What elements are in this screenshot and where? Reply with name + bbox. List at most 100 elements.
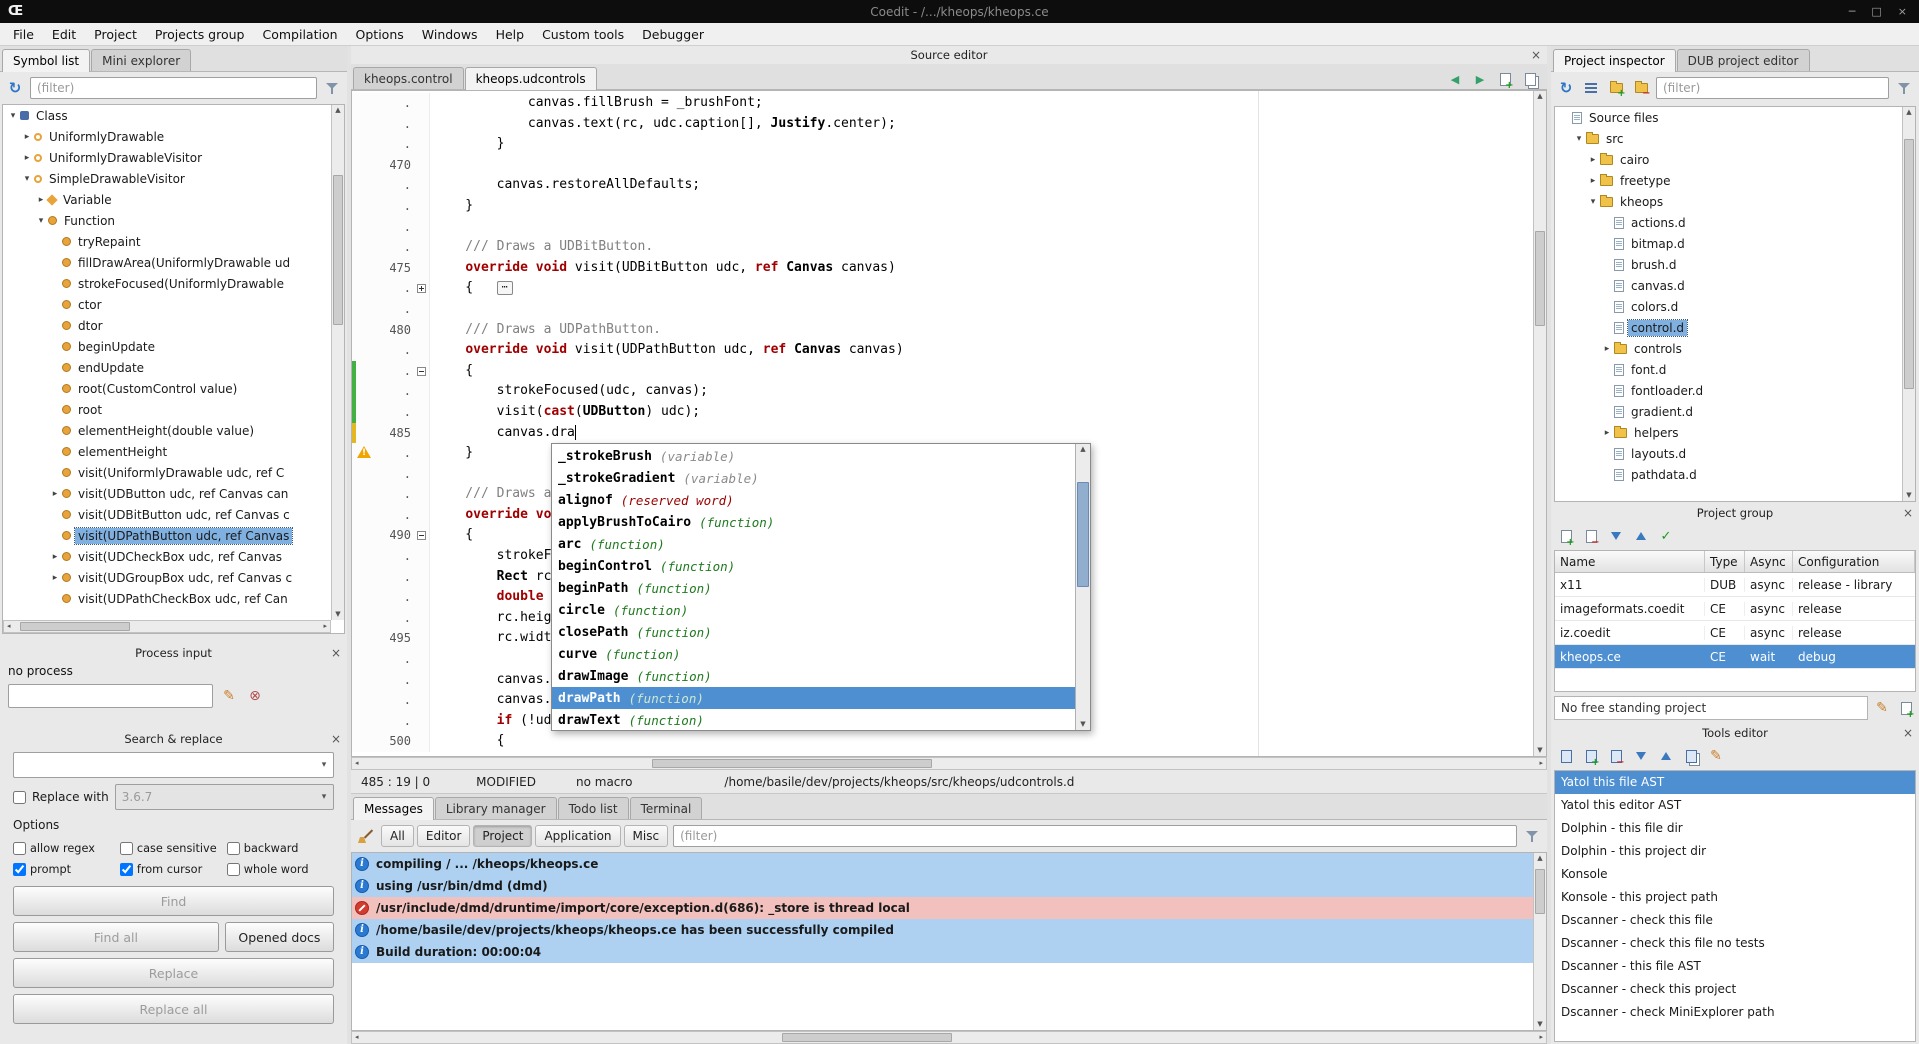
code-line[interactable]: 485 canvas.dra [352, 423, 1533, 444]
find-button[interactable]: Find [13, 886, 334, 916]
move-tool-down-icon[interactable] [1631, 746, 1651, 766]
add-tool-icon[interactable] [1581, 746, 1601, 766]
completion-item[interactable]: curve(function) [552, 643, 1075, 665]
new-tool-icon[interactable] [1556, 746, 1576, 766]
symbol-tree-item[interactable]: visit(UDPathButton udc, ref Canvas [3, 525, 331, 546]
menu-projects-group[interactable]: Projects group [146, 25, 254, 44]
right-tab-project-inspector[interactable]: Project inspector [1553, 49, 1676, 72]
symbol-tree-item[interactable]: visit(UDBitButton udc, ref Canvas c [3, 504, 331, 525]
gutter[interactable]: . [352, 670, 430, 691]
messages-tab-library-manager[interactable]: Library manager [435, 797, 557, 819]
project-row[interactable]: imageformats.coeditCEasyncrelease [1555, 597, 1915, 621]
project-row[interactable]: kheops.ceCEwaitdebug [1555, 645, 1915, 669]
gutter[interactable]: 480 [352, 320, 430, 341]
project-file-item[interactable]: ▸cairo [1555, 149, 1902, 170]
tool-item[interactable]: Dscanner - this file AST [1555, 955, 1915, 978]
messages-tab-terminal[interactable]: Terminal [630, 797, 703, 819]
project-file-item[interactable]: colors.d [1555, 296, 1902, 317]
remove-project-icon[interactable] [1581, 526, 1601, 546]
code-line[interactable]: 500 { [352, 731, 1533, 752]
menu-file[interactable]: File [4, 25, 43, 44]
gutter[interactable]: . [352, 237, 430, 258]
menu-custom-tools[interactable]: Custom tools [533, 25, 633, 44]
completion-item[interactable]: alignof(reserved word) [552, 489, 1075, 511]
symbol-tree-item[interactable]: tryRepaint [3, 231, 331, 252]
fold-toggle-icon[interactable] [417, 531, 426, 540]
add-free-project-icon[interactable] [1896, 698, 1916, 718]
scroll-down-icon[interactable]: ▼ [1906, 492, 1911, 499]
column-header-async[interactable]: Async [1745, 551, 1793, 572]
filter-all-button[interactable]: All [381, 825, 414, 847]
gutter[interactable]: . [352, 361, 430, 382]
scroll-down-icon[interactable]: ▼ [1537, 1021, 1542, 1028]
code-line[interactable]: . } [352, 134, 1533, 155]
symbol-tree-item[interactable]: beginUpdate [3, 336, 331, 357]
symbol-tree-item[interactable]: visit(UDPathCheckBox udc, ref Can [3, 588, 331, 609]
code-editor[interactable]: . canvas.fillBrush = _brushFont;. canvas… [351, 90, 1547, 757]
open-document-icon[interactable] [1520, 69, 1540, 89]
messages-tab-todo-list[interactable]: Todo list [558, 797, 629, 819]
project-file-item[interactable]: ▾kheops [1555, 191, 1902, 212]
symbol-tree-item[interactable]: ctor [3, 294, 331, 315]
code-line[interactable]: . { [352, 361, 1533, 382]
menu-options[interactable]: Options [347, 25, 413, 44]
gutter[interactable]: . [352, 443, 430, 464]
menu-help[interactable]: Help [487, 25, 534, 44]
tree-view-icon[interactable] [1581, 78, 1601, 98]
tool-item[interactable]: Konsole [1555, 863, 1915, 886]
message-row[interactable]: Build duration: 00:00:04 [352, 941, 1533, 963]
completion-item[interactable]: circle(function) [552, 599, 1075, 621]
next-document-icon[interactable]: ▶ [1470, 69, 1490, 89]
project-file-item[interactable]: canvas.d [1555, 275, 1902, 296]
tool-item[interactable]: Yatol this editor AST [1555, 794, 1915, 817]
run-tool-icon[interactable]: ✎ [1706, 746, 1726, 766]
messages-hscrollbar[interactable]: ◂ ▸ [351, 1031, 1547, 1044]
scroll-right-icon[interactable]: ▸ [1539, 1034, 1543, 1041]
fold-toggle-icon[interactable] [417, 367, 426, 376]
tool-item[interactable]: Dscanner - check this project [1555, 978, 1915, 1001]
expander-icon[interactable]: ▾ [35, 216, 47, 226]
expander-icon[interactable]: ▸ [1601, 344, 1613, 354]
close-process-input-button[interactable]: × [331, 644, 341, 662]
project-file-item[interactable]: fontloader.d [1555, 380, 1902, 401]
gutter[interactable]: . [352, 175, 430, 196]
gutter[interactable]: . [352, 546, 430, 567]
editor-tab-kheops-control[interactable]: kheops.control [353, 67, 464, 89]
expander-icon[interactable]: ▸ [21, 153, 33, 163]
gutter[interactable]: 485 [352, 423, 430, 444]
code-line[interactable]: 470 [352, 155, 1533, 176]
completion-item[interactable]: applyBrushToCairo(function) [552, 511, 1075, 533]
scroll-thumb[interactable] [1535, 231, 1545, 326]
scroll-left-icon[interactable]: ◂ [7, 623, 11, 630]
code-line[interactable]: . { ⋯ [352, 278, 1533, 299]
gutter[interactable]: . [352, 505, 430, 526]
editor-hscrollbar[interactable]: ◂ ▸ [351, 757, 1547, 770]
symbol-tree-item[interactable]: ▸visit(UDCheckBox udc, ref Canvas [3, 546, 331, 567]
completion-item[interactable]: closePath(function) [552, 621, 1075, 643]
expander-icon[interactable]: ▸ [21, 132, 33, 142]
completion-item[interactable]: drawPath(function) [552, 687, 1075, 709]
gutter[interactable]: . [352, 340, 430, 361]
menu-edit[interactable]: Edit [43, 25, 85, 44]
option-backward[interactable]: backward [227, 838, 334, 859]
project-row[interactable]: x11DUBasyncrelease - library [1555, 573, 1915, 597]
edit-free-project-icon[interactable]: ✎ [1872, 698, 1892, 718]
remove-tool-icon[interactable] [1606, 746, 1626, 766]
project-file-item[interactable]: control.d [1555, 317, 1902, 338]
expander-icon[interactable]: ▾ [1587, 197, 1599, 207]
close-search-button[interactable]: × [331, 730, 341, 748]
option-case-sensitive[interactable]: case sensitive [120, 838, 227, 859]
code-line[interactable]: 475 override void visit(UDBitButton udc,… [352, 258, 1533, 279]
gutter[interactable]: . [352, 217, 430, 238]
completion-item[interactable]: drawText(function) [552, 709, 1075, 730]
left-tab-symbol-list[interactable]: Symbol list [2, 49, 90, 72]
expander-icon[interactable]: ▾ [21, 174, 33, 184]
scroll-left-icon[interactable]: ◂ [355, 760, 359, 767]
close-tools-editor-button[interactable]: × [1903, 724, 1913, 742]
project-file-item[interactable]: pathdata.d [1555, 464, 1902, 485]
project-file-item[interactable]: brush.d [1555, 254, 1902, 275]
scroll-thumb[interactable] [20, 622, 130, 631]
completion-item[interactable]: _strokeGradient(variable) [552, 467, 1075, 489]
symbol-tree-item[interactable]: ▾Class [3, 105, 331, 126]
symbol-tree-vscrollbar[interactable]: ▲ ▼ [331, 105, 344, 620]
